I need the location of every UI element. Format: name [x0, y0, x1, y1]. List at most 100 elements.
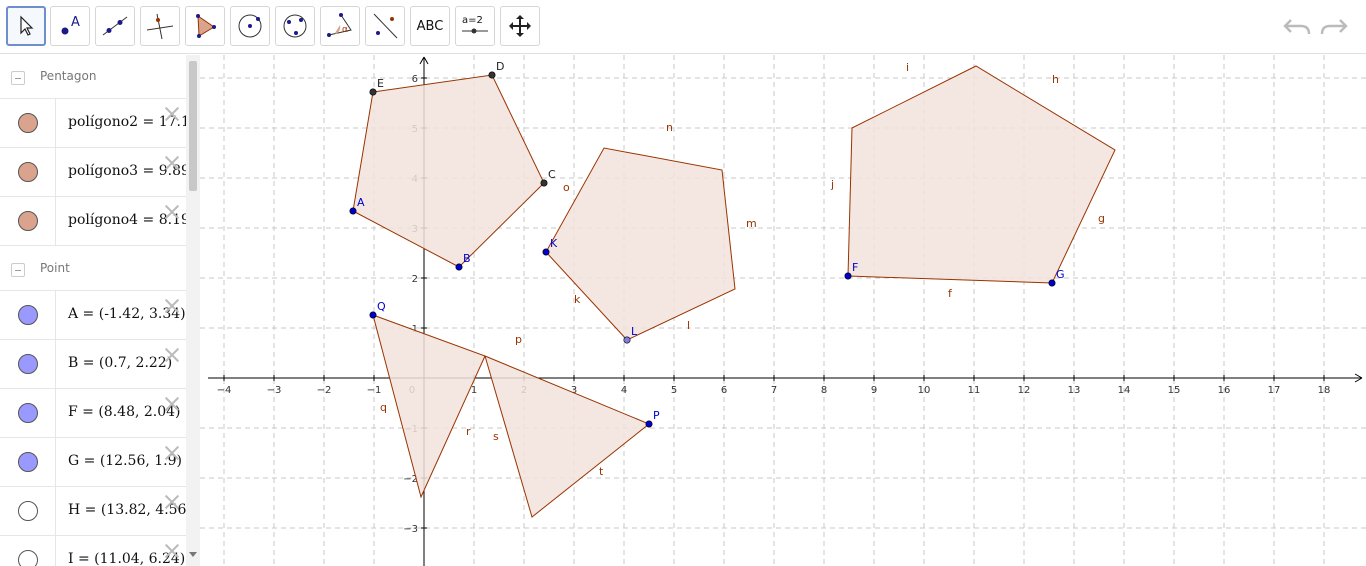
move-graphics-tool-button[interactable]	[500, 6, 540, 46]
polygons[interactable]	[352, 65, 1116, 518]
x-tick-label: 18	[1318, 385, 1331, 396]
algebra-item-point-h[interactable]: H = (13.82, 4.56)	[0, 487, 192, 536]
pentagon-fghij[interactable]	[847, 65, 1116, 284]
cursor-arrow-icon	[20, 15, 34, 36]
geogebra-app: A α ABC a=2 Pentagon polígono2 = 17.17 p…	[0, 0, 1366, 566]
x-tick-label: 14	[1118, 385, 1131, 396]
marble-icon[interactable]	[18, 113, 38, 133]
delete-icon[interactable]	[163, 105, 181, 123]
visibility-toggle[interactable]	[0, 291, 56, 339]
point-label-A: A	[357, 196, 365, 209]
angle-icon: α	[327, 13, 352, 37]
graphics-canvas[interactable]: −4−3−2−101234567891011121314151617186543…	[200, 55, 1366, 566]
algebra-item-point-i[interactable]: I = (11.04, 6.24)	[0, 536, 186, 566]
reflect-tool-button[interactable]	[365, 6, 405, 46]
redo-icon[interactable]	[1318, 12, 1350, 40]
segment-label-m: m	[746, 217, 757, 230]
point-B[interactable]	[455, 263, 463, 271]
slider-icon: a=2	[462, 15, 488, 34]
algebra-item-poligono2[interactable]: polígono2 = 17.17	[0, 99, 199, 148]
delete-icon[interactable]	[163, 542, 181, 560]
point-label-D: D	[496, 60, 504, 73]
segment-label-r: r	[466, 425, 471, 438]
visibility-toggle[interactable]	[0, 536, 56, 566]
point-C[interactable]	[540, 179, 548, 187]
segment-label-o: o	[563, 181, 570, 194]
ellipse-tool-button[interactable]	[275, 6, 315, 46]
visibility-toggle[interactable]	[0, 487, 56, 535]
pentagon-abcde[interactable]	[352, 74, 545, 268]
text-tool-button[interactable]: ABC	[410, 6, 450, 46]
visibility-toggle[interactable]	[0, 389, 56, 437]
group-header-pentagon[interactable]: Pentagon	[0, 55, 186, 99]
marble-icon[interactable]	[18, 305, 38, 325]
visibility-toggle[interactable]	[0, 340, 56, 388]
point-K[interactable]	[542, 248, 550, 256]
delete-icon[interactable]	[163, 493, 181, 511]
marble-icon[interactable]	[18, 501, 38, 521]
move-tool-button[interactable]	[6, 6, 46, 46]
point-Q[interactable]	[369, 311, 377, 319]
circle-tool-button[interactable]	[230, 6, 270, 46]
point-P[interactable]	[645, 420, 653, 428]
graphics-view[interactable]: −4−3−2−101234567891011121314151617186543…	[200, 55, 1366, 566]
algebra-item-poligono4[interactable]: polígono4 = 8.19	[0, 197, 190, 246]
visibility-toggle[interactable]	[0, 148, 56, 196]
point-A[interactable]	[349, 207, 357, 215]
scroll-down-arrow-icon[interactable]	[189, 552, 197, 557]
segment-label-t: t	[599, 465, 604, 478]
x-tick-label: 8	[821, 385, 827, 396]
segment-label-h: h	[1052, 73, 1059, 86]
delete-icon[interactable]	[163, 346, 181, 364]
angle-tool-label: α	[342, 25, 348, 35]
marble-icon[interactable]	[18, 403, 38, 423]
scrollbar-thumb[interactable]	[189, 61, 197, 191]
point-L[interactable]	[623, 336, 631, 344]
marble-icon[interactable]	[18, 211, 38, 231]
algebra-item-point-b[interactable]: B = (0.7, 2.22)	[0, 340, 186, 389]
point-F[interactable]	[844, 272, 852, 280]
marble-icon[interactable]	[18, 354, 38, 374]
line-icon	[102, 16, 128, 36]
move-arrows-icon	[509, 15, 531, 37]
algebra-definition[interactable]: B = (0.7, 2.22)	[68, 355, 172, 371]
point-label-C: C	[548, 168, 556, 181]
collapse-icon[interactable]	[11, 263, 25, 277]
collapse-icon[interactable]	[11, 71, 25, 85]
segment-label-k: k	[574, 293, 581, 306]
point-G[interactable]	[1048, 279, 1056, 287]
angle-tool-button[interactable]: α	[320, 6, 360, 46]
point-E[interactable]	[369, 88, 377, 96]
point-D[interactable]	[488, 71, 496, 79]
visibility-toggle[interactable]	[0, 438, 56, 486]
toolbar: A α ABC a=2	[0, 0, 1366, 54]
visibility-toggle[interactable]	[0, 197, 56, 245]
delete-icon[interactable]	[163, 297, 181, 315]
slider-tool-button[interactable]: a=2	[455, 6, 495, 46]
perpendicular-tool-button[interactable]	[140, 6, 180, 46]
point-tool-button[interactable]: A	[50, 6, 90, 46]
delete-icon[interactable]	[163, 154, 181, 172]
slider-tool-label: a=2	[462, 15, 483, 26]
undo-icon[interactable]	[1281, 12, 1313, 40]
delete-icon[interactable]	[163, 444, 181, 462]
delete-icon[interactable]	[163, 203, 181, 221]
delete-icon[interactable]	[163, 395, 181, 413]
algebra-item-poligono3[interactable]: polígono3 = 9.89	[0, 148, 190, 197]
marble-icon[interactable]	[18, 452, 38, 472]
polygon-tool-button[interactable]	[185, 6, 225, 46]
triangle-qr[interactable]	[372, 314, 486, 499]
polygon-icon	[196, 14, 216, 38]
visibility-toggle[interactable]	[0, 99, 56, 147]
group-header-point[interactable]: Point	[0, 247, 186, 291]
algebra-scrollbar[interactable]	[186, 55, 200, 566]
segment-label-s: s	[493, 430, 499, 443]
marble-icon[interactable]	[18, 162, 38, 182]
segment-label-n: n	[666, 121, 673, 134]
x-tick-label: 7	[771, 385, 777, 396]
algebra-item-point-g[interactable]: G = (12.56, 1.9)	[0, 438, 186, 487]
line-tool-button[interactable]	[95, 6, 135, 46]
algebra-item-point-f[interactable]: F = (8.48, 2.04)	[0, 389, 186, 438]
algebra-item-point-a[interactable]: A = (-1.42, 3.34)	[0, 291, 186, 340]
marble-icon[interactable]	[18, 550, 38, 566]
